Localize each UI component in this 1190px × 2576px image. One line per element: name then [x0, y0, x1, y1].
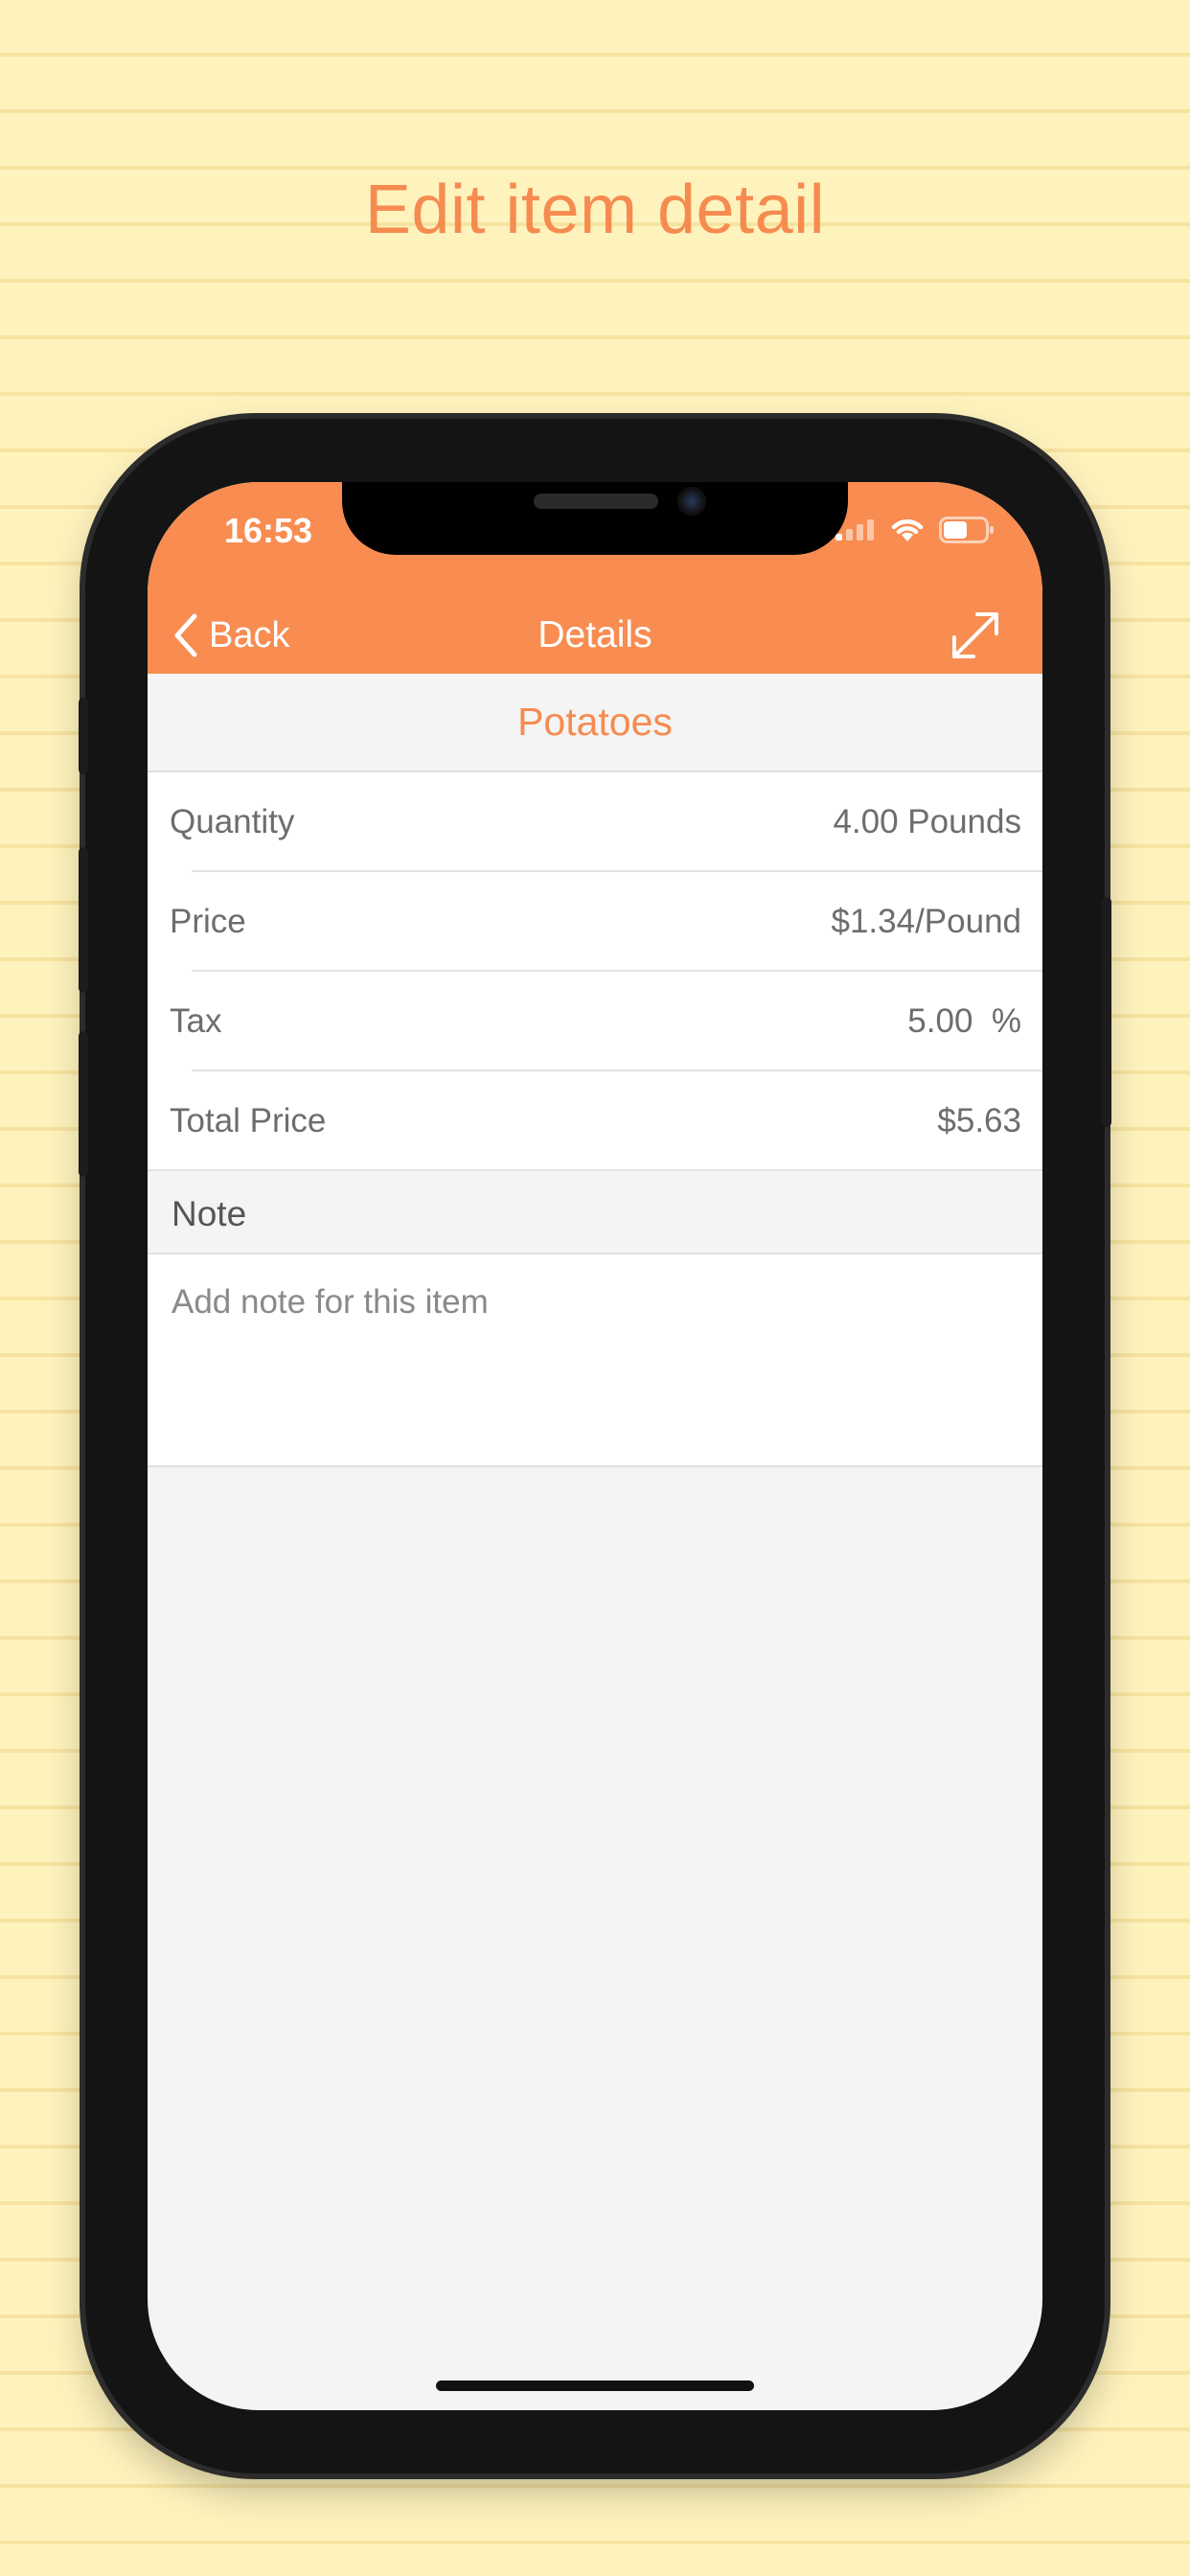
expand-arrows-icon[interactable] [945, 605, 1006, 666]
front-camera [677, 487, 706, 516]
quantity-row[interactable]: Quantity 4.00 Pounds [148, 772, 1042, 872]
tax-label: Tax [170, 1002, 222, 1040]
phone-side-button [79, 698, 88, 774]
price-value[interactable]: $1.34/Pound [831, 903, 1021, 941]
speaker-grille [534, 494, 658, 509]
tax-value[interactable]: 5.00 % [907, 1002, 1021, 1041]
home-indicator[interactable] [436, 2380, 754, 2391]
total-price-value: $5.63 [937, 1102, 1021, 1139]
tax-row[interactable]: Tax 5.00 % [148, 972, 1042, 1071]
quantity-value[interactable]: 4.00 Pounds [833, 803, 1021, 841]
note-input[interactable] [148, 1254, 1042, 1465]
total-price-row: Total Price $5.63 [148, 1071, 1042, 1171]
camera-notch [342, 482, 848, 555]
status-icons [835, 517, 995, 543]
item-name-title[interactable]: Potatoes [148, 674, 1042, 772]
phone-volume-down [79, 1031, 88, 1177]
note-section-header: Note [148, 1176, 1042, 1254]
item-name: Potatoes [517, 700, 673, 744]
wifi-icon [891, 519, 924, 541]
quantity-label: Quantity [170, 803, 295, 840]
nav-title: Details [538, 614, 652, 656]
note-header-label: Note [172, 1194, 247, 1233]
row-divider [148, 1169, 1042, 1171]
detail-list: Quantity 4.00 Pounds Price $1.34/Pound T… [148, 772, 1042, 1171]
promo-headline: Edit item detail [364, 172, 826, 248]
note-container [148, 1254, 1042, 1467]
price-row[interactable]: Price $1.34/Pound [148, 872, 1042, 972]
price-label: Price [170, 903, 246, 940]
total-price-label: Total Price [170, 1102, 327, 1139]
status-time: 16:53 [224, 511, 313, 550]
phone-volume-up [79, 847, 88, 993]
phone-power-button [1102, 897, 1111, 1127]
navigation-bar: Back Details [148, 597, 1042, 674]
battery-icon [939, 517, 994, 543]
phone-screen: 16:53 Back Details Potatoes Quantity 4.0… [148, 482, 1042, 2410]
